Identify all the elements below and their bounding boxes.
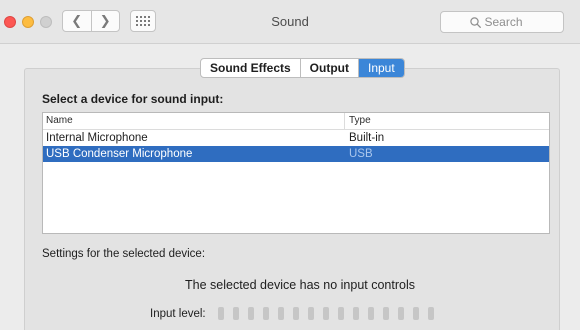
level-segment — [397, 307, 404, 320]
tab-sound-effects[interactable]: Sound Effects — [201, 59, 300, 77]
level-segment — [277, 307, 284, 320]
level-segment — [292, 307, 299, 320]
zoom-window-button[interactable] — [40, 16, 52, 28]
back-button[interactable]: ❮ — [63, 11, 91, 31]
tab-output[interactable]: Output — [299, 59, 358, 77]
device-type-cell: Built-in — [349, 132, 385, 144]
table-row[interactable]: Internal Microphone Built-in — [43, 130, 549, 146]
search-input[interactable] — [484, 15, 535, 29]
input-device-table[interactable]: Name Type Internal Microphone Built-in U… — [42, 112, 550, 234]
device-section-heading: Select a device for sound input: — [42, 92, 224, 106]
table-header: Name Type — [43, 113, 549, 130]
input-level-label: Input level: — [150, 307, 206, 320]
search-icon — [469, 16, 481, 28]
forward-button[interactable]: ❯ — [90, 11, 120, 31]
level-segment — [352, 307, 359, 320]
level-segment — [382, 307, 389, 320]
level-segment — [232, 307, 239, 320]
column-header-type[interactable]: Type — [345, 113, 549, 129]
table-row-selected[interactable]: USB Condenser Microphone USB — [43, 146, 549, 162]
close-window-button[interactable] — [4, 16, 16, 28]
tab-bar: Sound Effects Output Input — [200, 58, 405, 78]
show-all-button[interactable] — [130, 10, 156, 32]
grid-icon — [136, 16, 150, 26]
no-input-controls-message: The selected device has no input control… — [185, 278, 415, 292]
level-segment — [367, 307, 374, 320]
device-name-cell: Internal Microphone — [46, 132, 148, 144]
column-header-name[interactable]: Name — [43, 113, 345, 129]
minimize-window-button[interactable] — [22, 16, 34, 28]
level-segment — [247, 307, 254, 320]
device-type-cell: USB — [349, 148, 373, 160]
level-segment — [262, 307, 269, 320]
level-segment — [412, 307, 419, 320]
level-segment — [217, 307, 224, 320]
chevron-right-icon: ❯ — [99, 13, 111, 28]
device-name-cell: USB Condenser Microphone — [46, 148, 193, 160]
level-segment — [427, 307, 434, 320]
search-field[interactable] — [440, 11, 564, 33]
input-level-bars — [217, 307, 434, 320]
back-forward-group: ❮ ❯ — [62, 10, 120, 32]
tab-input[interactable]: Input — [358, 59, 404, 77]
level-segment — [337, 307, 344, 320]
level-segment — [307, 307, 314, 320]
title-bar: ❮ ❯ Sound — [0, 0, 580, 44]
input-level-meter: Input level: — [150, 307, 434, 320]
settings-label: Settings for the selected device: — [42, 248, 206, 260]
level-segment — [322, 307, 329, 320]
sound-preferences-window: ❮ ❯ Sound Soun — [0, 0, 580, 330]
chevron-left-icon: ❮ — [71, 13, 83, 28]
